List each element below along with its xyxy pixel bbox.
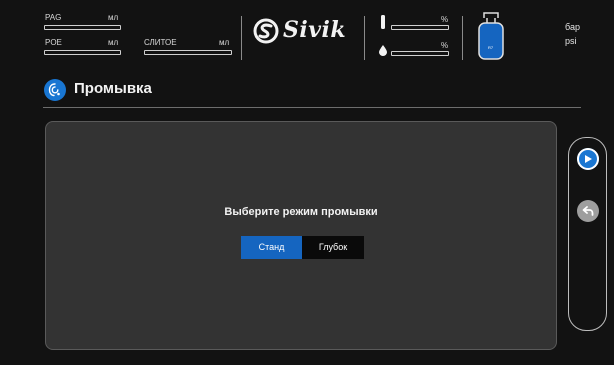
mode-deep-button[interactable]: Глубок (302, 236, 364, 259)
pressure-unit-psi: psi (565, 36, 577, 46)
back-button[interactable] (577, 200, 599, 222)
start-button[interactable] (577, 148, 599, 170)
header-divider (462, 16, 463, 60)
action-rail (568, 137, 607, 331)
page-title: Промывка (74, 80, 152, 97)
mode-selection-panel: Выберите режим промывки Станд Глубок (45, 121, 557, 350)
drain-unit: мл (219, 38, 230, 47)
flush-icon (44, 79, 66, 101)
pag-label: PAG (45, 13, 62, 22)
brand-logo-icon (253, 18, 279, 44)
oil-percent-bar (391, 25, 449, 30)
pressure-unit-bar: бар (565, 22, 580, 32)
poe-unit: мл (108, 38, 119, 47)
refrigerant-tank-icon (478, 12, 504, 60)
percent-bottom-label: % (441, 41, 449, 50)
play-icon (585, 155, 592, 163)
title-divider (43, 107, 581, 108)
liquid-percent-bar (391, 51, 449, 56)
flush-mode-screen: PAG мл POE мл СЛИТОЕ мл Sivik % % R7 бар… (0, 0, 614, 365)
mode-standard-button[interactable]: Станд (241, 236, 302, 259)
drain-label: СЛИТОЕ (144, 38, 177, 47)
mode-prompt: Выберите режим промывки (224, 206, 378, 218)
back-arrow-icon (582, 206, 594, 216)
drop-icon (379, 45, 387, 56)
pag-unit: мл (108, 13, 119, 22)
brand-name: Sivik (283, 17, 347, 43)
poe-level-bar (44, 50, 121, 55)
poe-label: POE (45, 38, 62, 47)
oil-level-icon (381, 15, 385, 29)
pag-level-bar (44, 25, 121, 30)
brand-logo: Sivik (253, 16, 361, 46)
flush-mode-toggle: Станд Глубок (241, 236, 364, 259)
header-divider (241, 16, 242, 60)
header-divider (364, 16, 365, 60)
tank-label: R7 (488, 45, 494, 50)
percent-top-label: % (441, 15, 449, 24)
drain-level-bar (144, 50, 232, 55)
